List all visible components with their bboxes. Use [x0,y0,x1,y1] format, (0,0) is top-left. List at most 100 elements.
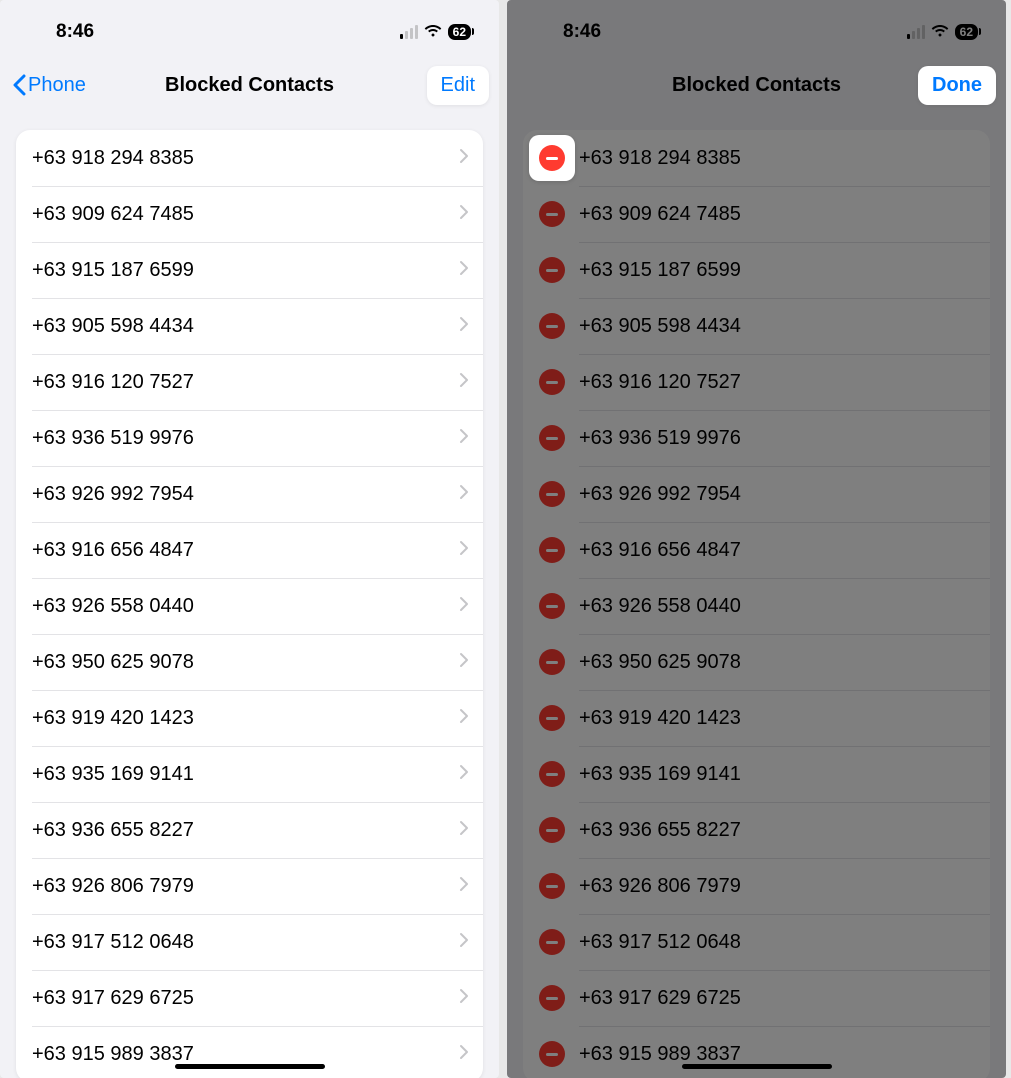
contact-row[interactable]: +63 917 629 6725 [16,970,483,1026]
delete-minus-icon[interactable] [539,481,565,507]
delete-minus-icon[interactable] [539,201,565,227]
done-button[interactable]: Done [918,66,996,105]
battery-icon: 62 [448,24,471,40]
contact-number: +63 917 629 6725 [32,987,459,1010]
contact-row-edit[interactable]: +63 916 120 7527 [523,354,990,410]
contact-row[interactable]: +63 936 655 8227 [16,802,483,858]
contact-row-edit[interactable]: +63 936 519 9976 [523,410,990,466]
delete-minus-icon[interactable] [539,929,565,955]
contact-number: +63 917 512 0648 [579,931,976,954]
contact-number: +63 916 656 4847 [32,539,459,562]
contact-row[interactable]: +63 926 558 0440 [16,578,483,634]
contact-row[interactable]: +63 909 624 7485 [16,186,483,242]
contact-number: +63 909 624 7485 [579,203,976,226]
delete-minus-icon[interactable] [539,1041,565,1067]
delete-minus-icon[interactable] [539,705,565,731]
contact-number: +63 915 989 3837 [579,1043,976,1066]
contact-number: +63 905 598 4434 [32,315,459,338]
navigation-bar: Phone Blocked Contacts Edit [0,54,499,116]
contact-row-edit[interactable]: +63 926 558 0440 [523,578,990,634]
chevron-right-icon [459,988,469,1009]
chevron-right-icon [459,596,469,617]
chevron-right-icon [459,764,469,785]
contact-number: +63 918 294 8385 [579,147,976,170]
delete-minus-icon[interactable] [539,145,565,171]
contact-number: +63 917 512 0648 [32,931,459,954]
battery-icon: 62 [955,24,978,40]
contact-row-edit[interactable]: +63 935 169 9141 [523,746,990,802]
contact-row-edit[interactable]: +63 926 992 7954 [523,466,990,522]
contact-number: +63 926 558 0440 [32,595,459,618]
contact-row-edit[interactable]: +63 905 598 4434 [523,298,990,354]
delete-minus-icon[interactable] [539,313,565,339]
contact-row[interactable]: +63 915 187 6599 [16,242,483,298]
contact-row[interactable]: +63 950 625 9078 [16,634,483,690]
contact-number: +63 936 519 9976 [32,427,459,450]
phone-screen-view-mode: 8:46 62 Phone Blocked Contacts Edit +63 … [0,0,499,1078]
contact-row-edit[interactable]: +63 950 625 9078 [523,634,990,690]
wifi-icon [424,21,442,43]
delete-minus-icon[interactable] [539,649,565,675]
contact-row[interactable]: +63 926 992 7954 [16,466,483,522]
home-indicator[interactable] [682,1064,832,1069]
home-indicator[interactable] [175,1064,325,1069]
contact-number: +63 936 519 9976 [579,427,976,450]
contact-row-edit[interactable]: +63 936 655 8227 [523,802,990,858]
blocked-contacts-list[interactable]: +63 918 294 8385 +63 909 624 7485 +63 915 … [16,130,483,1078]
status-bar: 8:46 62 [507,0,1006,54]
contact-number: +63 919 420 1423 [579,707,976,730]
contact-row[interactable]: +63 936 519 9976 [16,410,483,466]
contact-row-edit[interactable]: +63 917 512 0648 [523,914,990,970]
page-title: Blocked Contacts [672,74,841,97]
chevron-left-icon [12,74,26,96]
contact-row-edit[interactable]: +63 915 187 6599 [523,242,990,298]
contact-row-edit[interactable]: +63 917 629 6725 [523,970,990,1026]
contact-row-edit[interactable]: +63 915 989 3837 [523,1026,990,1078]
contact-row-edit[interactable]: +63 916 656 4847 [523,522,990,578]
contact-row-edit[interactable]: +63 926 806 7979 [523,858,990,914]
delete-minus-icon[interactable] [539,985,565,1011]
contact-row[interactable]: +63 916 120 7527 [16,354,483,410]
delete-minus-icon[interactable] [539,873,565,899]
back-button[interactable]: Phone [6,70,92,101]
delete-minus-icon[interactable] [539,257,565,283]
chevron-right-icon [459,932,469,953]
page-title: Blocked Contacts [165,74,334,97]
contact-row[interactable]: +63 935 169 9141 [16,746,483,802]
back-label: Phone [28,74,86,97]
delete-minus-icon[interactable] [539,425,565,451]
contact-number: +63 915 187 6599 [579,259,976,282]
cellular-signal-icon [400,25,418,39]
edit-button[interactable]: Edit [427,66,489,105]
contact-row-edit[interactable]: +63 918 294 8385 [523,130,990,186]
chevron-right-icon [459,708,469,729]
delete-minus-icon[interactable] [539,761,565,787]
contact-row[interactable]: +63 919 420 1423 [16,690,483,746]
delete-minus-icon[interactable] [539,537,565,563]
chevron-right-icon [459,372,469,393]
chevron-right-icon [459,820,469,841]
delete-minus-icon[interactable] [539,817,565,843]
chevron-right-icon [459,260,469,281]
blocked-contacts-list-edit[interactable]: +63 918 294 8385 +63 909 624 7485 +63 915 … [523,130,990,1078]
contact-number: +63 918 294 8385 [32,147,459,170]
contact-number: +63 916 120 7527 [579,371,976,394]
contact-row[interactable]: +63 905 598 4434 [16,298,483,354]
status-bar: 8:46 62 [0,0,499,54]
delete-minus-icon[interactable] [539,369,565,395]
contact-number: +63 916 656 4847 [579,539,976,562]
contact-row[interactable]: +63 916 656 4847 [16,522,483,578]
contact-row-edit[interactable]: +63 919 420 1423 [523,690,990,746]
contact-row[interactable]: +63 917 512 0648 [16,914,483,970]
chevron-right-icon [459,1044,469,1065]
contact-number: +63 909 624 7485 [32,203,459,226]
contact-row[interactable]: +63 926 806 7979 [16,858,483,914]
contact-row[interactable]: +63 918 294 8385 [16,130,483,186]
contact-row[interactable]: +63 915 989 3837 [16,1026,483,1078]
status-time: 8:46 [535,21,601,43]
contact-number: +63 926 992 7954 [32,483,459,506]
chevron-right-icon [459,540,469,561]
contact-number: +63 950 625 9078 [32,651,459,674]
delete-minus-icon[interactable] [539,593,565,619]
contact-row-edit[interactable]: +63 909 624 7485 [523,186,990,242]
